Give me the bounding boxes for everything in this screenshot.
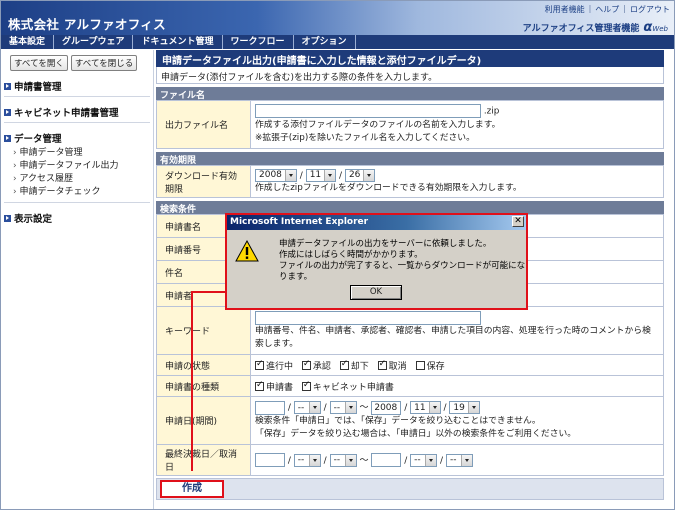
menu-workflow[interactable]: ワークフロー (223, 35, 294, 49)
sidebar-item-application-data-management[interactable]: 申請データ管理 (1, 147, 153, 160)
status-cancelled-checkbox[interactable] (377, 359, 387, 370)
menu-document-management[interactable]: ドキュメント管理 (133, 35, 223, 49)
annotation-line (191, 291, 193, 471)
warning-icon (235, 240, 259, 262)
sidebar-item-data-check[interactable]: 申請データチェック (1, 186, 153, 199)
dialog-title: Microsoft Internet Explorer ✕ (227, 215, 526, 230)
menu-groupware[interactable]: グループウェア (54, 35, 134, 49)
form-type-label: 申請書の種類 (156, 375, 251, 397)
annotation-line (191, 291, 227, 293)
logout-link[interactable]: ログアウト (630, 4, 670, 15)
close-icon[interactable]: ✕ (512, 216, 524, 227)
final-to-month-select[interactable]: -- (410, 453, 438, 467)
type-cabinet-form-checkbox[interactable] (301, 380, 311, 391)
dialog-message: 申請データファイルの出力をサーバーに依頼しました。 作成にはしばらく時間がかかり… (279, 239, 526, 282)
output-file-label: 出力ファイル名 (156, 100, 251, 149)
company-name: 株式会社 アルファオフィス (8, 17, 166, 32)
section-arrow-icon (4, 134, 11, 142)
final-from-month-select[interactable]: -- (293, 453, 321, 467)
application-date-label: 申請日(期間) (156, 396, 251, 445)
ok-button[interactable]: OK (350, 285, 402, 300)
page-title: 申請データファイル出力(申請書に入力した情報と添付ファイルデータ) (156, 50, 664, 67)
brand-text: アルファオフィス管理者機能 (522, 24, 640, 34)
final-from-year-input[interactable] (255, 453, 285, 468)
status-saved-checkbox[interactable] (415, 360, 425, 370)
sidebar-section-form-management[interactable]: 申請書管理 (1, 79, 153, 93)
status-label: 申請の状態 (156, 354, 251, 376)
form-footer: 作成 (156, 478, 664, 500)
date-to-day-select[interactable]: 19 (449, 401, 480, 415)
app-header: 株式会社 アルファオフィス 利用者機能 | ヘルプ | ログアウト アルファオフ… (1, 1, 674, 35)
sidebar-item-data-file-output[interactable]: 申請データファイル出力 (1, 160, 153, 173)
output-filename-input[interactable] (255, 104, 481, 119)
menu-basic-settings[interactable]: 基本設定 (1, 35, 55, 49)
download-expiry-label: ダウンロード有効期限 (156, 165, 251, 198)
main-menu: 基本設定 グループウェア ドキュメント管理 ワークフロー オプション (1, 35, 674, 49)
menu-options[interactable]: オプション (294, 35, 356, 49)
brand: アルファオフィス管理者機能 αWeb (523, 20, 668, 35)
section-file-name: ファイル名 (156, 87, 664, 101)
user-function-link[interactable]: 利用者機能 (545, 4, 585, 15)
section-arrow-icon (4, 108, 11, 116)
expiry-month-select[interactable]: 11 (305, 168, 337, 182)
date-to-month-select[interactable]: 11 (410, 401, 441, 415)
sidebar: すべてを開く すべてを閉じる 申請書管理 キャビネット申請書管理 データ管理 申… (1, 50, 154, 509)
section-expiry: 有効期限 (156, 152, 664, 166)
create-button[interactable]: 作成 (160, 480, 224, 498)
section-arrow-icon (4, 214, 11, 222)
page-description: 申請データ(添付ファイルを含む)を出力する際の条件を入力します。 (156, 67, 664, 84)
expiry-year-select[interactable]: 2008 (255, 168, 297, 182)
brand-logo: αWeb (643, 20, 668, 35)
final-approval-date-label: 最終決裁日／取消日 (156, 444, 251, 476)
final-to-day-select[interactable]: -- (445, 453, 473, 467)
help-link[interactable]: ヘルプ (595, 4, 619, 15)
expiry-day-select[interactable]: 26 (344, 168, 376, 182)
final-to-year-input[interactable] (371, 453, 402, 468)
keyword-input[interactable] (255, 310, 481, 325)
final-from-day-select[interactable]: -- (329, 453, 357, 467)
open-all-button[interactable]: すべてを開く (10, 55, 68, 71)
sidebar-section-data-management[interactable]: データ管理 (1, 131, 153, 145)
status-approved-checkbox[interactable] (301, 359, 311, 370)
close-all-button[interactable]: すべてを閉じる (70, 55, 138, 71)
sidebar-item-access-history[interactable]: アクセス履歴 (1, 173, 153, 186)
date-from-month-select[interactable]: -- (293, 401, 321, 415)
sidebar-section-cabinet-form-management[interactable]: キャビネット申請書管理 (1, 105, 153, 119)
status-in-progress-checkbox[interactable] (255, 359, 264, 370)
section-arrow-icon (4, 82, 11, 90)
alert-dialog: Microsoft Internet Explorer ✕ 申請データファイルの… (225, 213, 528, 310)
status-rejected-checkbox[interactable] (339, 359, 349, 370)
type-form-checkbox[interactable] (255, 380, 264, 391)
top-links: 利用者機能 | ヘルプ | ログアウト (544, 4, 670, 15)
date-to-year-input[interactable]: 2008 (371, 400, 402, 415)
keyword-label: キーワード (156, 306, 251, 355)
date-from-day-select[interactable]: -- (329, 401, 357, 415)
sidebar-section-display-settings[interactable]: 表示設定 (1, 211, 153, 225)
date-from-year-input[interactable] (255, 400, 285, 415)
